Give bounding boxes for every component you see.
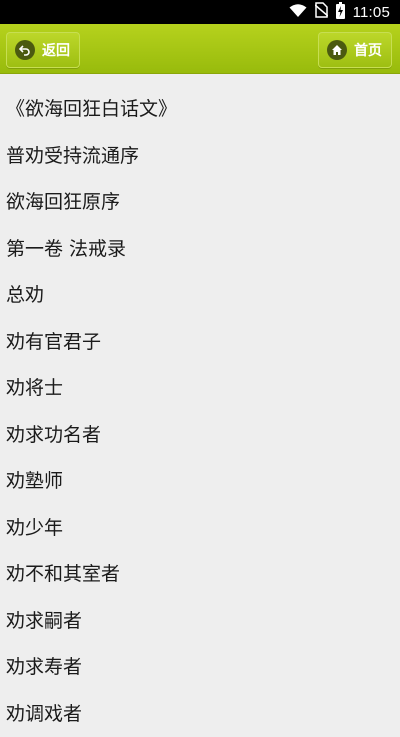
list-item[interactable]: 劝求功名者 xyxy=(0,412,400,459)
list-item[interactable]: 劝求嗣者 xyxy=(0,598,400,645)
list-item[interactable]: 劝塾师 xyxy=(0,458,400,505)
list-item[interactable]: 劝调戏者 xyxy=(0,691,400,737)
list-item[interactable]: 劝少年 xyxy=(0,505,400,552)
home-button-label: 首页 xyxy=(354,40,382,60)
home-icon xyxy=(327,40,347,60)
no-sim-icon xyxy=(315,2,328,22)
home-button[interactable]: 首页 xyxy=(318,32,392,68)
clock: 11:05 xyxy=(353,4,390,21)
list-item[interactable]: 劝有官君子 xyxy=(0,319,400,366)
list-item[interactable]: 劝将士 xyxy=(0,365,400,412)
top-bar: 返回 首页 xyxy=(0,24,400,74)
chapter-list: 《欲海回狂白话文》 普劝受持流通序 欲海回狂原序 第一卷 法戒录 总劝 劝有官君… xyxy=(0,86,400,737)
list-item[interactable]: 《欲海回狂白话文》 xyxy=(0,86,400,133)
wifi-icon xyxy=(289,3,307,22)
list-item[interactable]: 劝求寿者 xyxy=(0,644,400,691)
battery-charging-icon xyxy=(336,2,345,23)
back-button-label: 返回 xyxy=(42,40,70,60)
back-button[interactable]: 返回 xyxy=(6,32,80,68)
list-item[interactable]: 总劝 xyxy=(0,272,400,319)
undo-arrow-icon xyxy=(15,40,35,60)
list-item[interactable]: 劝不和其室者 xyxy=(0,551,400,598)
list-item[interactable]: 普劝受持流通序 xyxy=(0,133,400,180)
list-item[interactable]: 欲海回狂原序 xyxy=(0,179,400,226)
list-item[interactable]: 第一卷 法戒录 xyxy=(0,226,400,273)
status-bar: 11:05 xyxy=(0,0,400,24)
